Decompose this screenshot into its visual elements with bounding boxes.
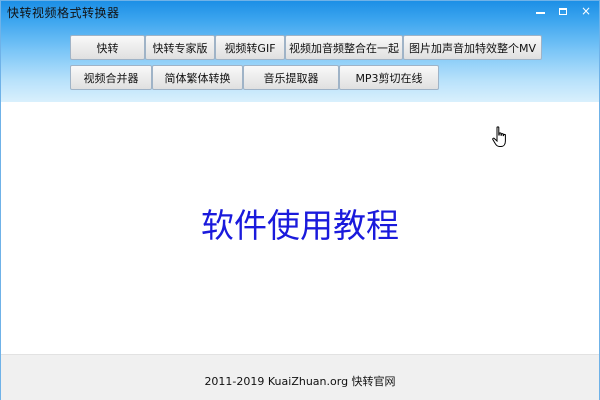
footer-copyright[interactable]: 2011-2019 KuaiZhuan.org 快转官网 [1, 373, 599, 389]
minimize-button[interactable] [529, 1, 551, 21]
tutorial-link[interactable]: 软件使用教程 [1, 199, 599, 247]
maximize-icon [559, 7, 567, 15]
video-to-gif-button[interactable]: 视频转GIF [215, 35, 285, 60]
close-button[interactable]: × [575, 1, 597, 21]
header-area: 快转视频格式转换器 × 快转 快转专家版 视频转GIF 视频加音频整合在一起 图… [1, 1, 599, 102]
kuaizhuan-button[interactable]: 快转 [70, 35, 145, 60]
maximize-button[interactable] [552, 1, 574, 21]
expert-edition-button[interactable]: 快转专家版 [145, 35, 215, 60]
music-extractor-button[interactable]: 音乐提取器 [243, 65, 339, 90]
hand-cursor-icon [492, 126, 506, 147]
simplified-traditional-button[interactable]: 简体繁体转换 [152, 65, 243, 90]
video-audio-merge-button[interactable]: 视频加音频整合在一起 [285, 35, 403, 60]
video-merger-button[interactable]: 视频合并器 [70, 65, 152, 90]
footer: 2011-2019 KuaiZhuan.org 快转官网 [1, 354, 599, 400]
window-title: 快转视频格式转换器 [7, 6, 120, 20]
close-icon: × [580, 4, 592, 18]
app-window: 快转视频格式转换器 × 快转 快转专家版 视频转GIF 视频加音频整合在一起 图… [0, 0, 600, 400]
image-sound-mv-button[interactable]: 图片加声音加特效整个MV [403, 35, 542, 60]
mp3-cut-online-button[interactable]: MP3剪切在线 [339, 65, 439, 90]
minimize-icon [535, 12, 545, 14]
